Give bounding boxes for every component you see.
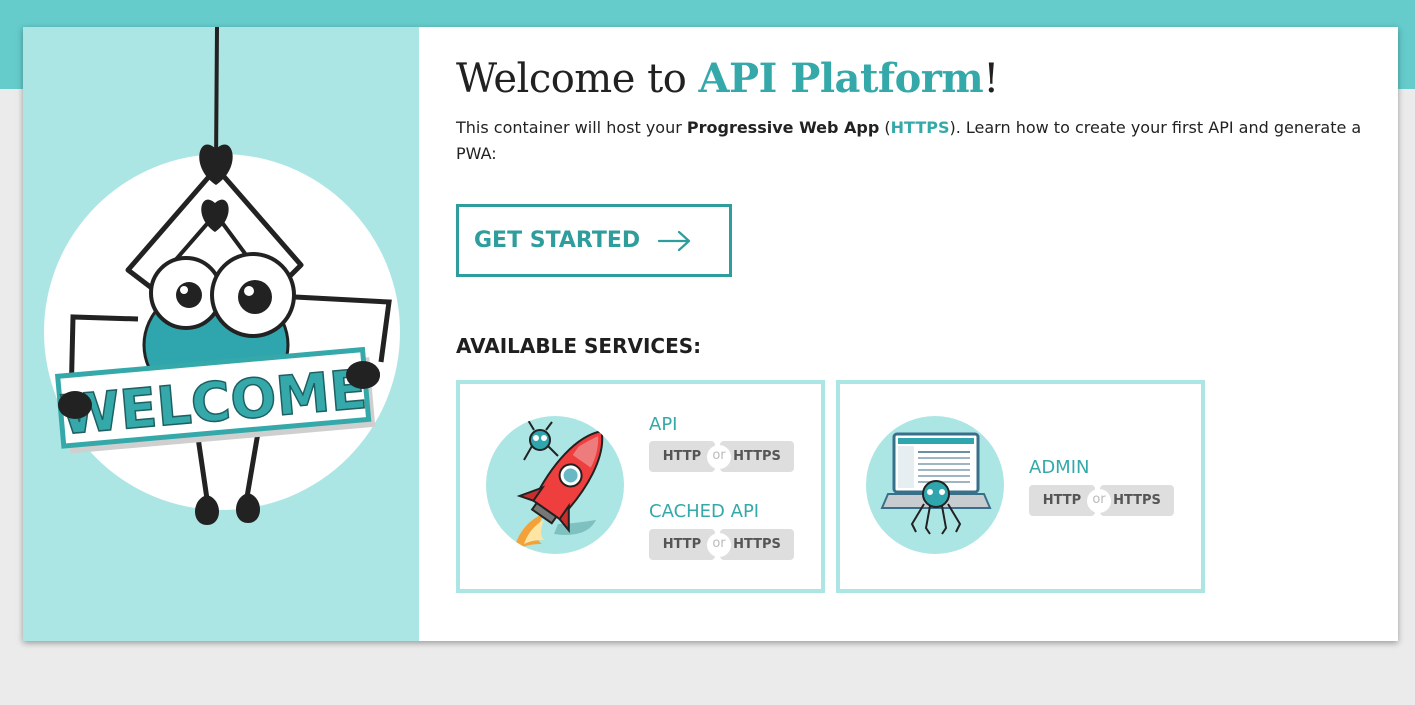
page-title: Welcome to API Platform! [456,55,999,102]
https-link[interactable]: HTTPS [891,118,950,137]
intro-text-part: ( [879,118,891,137]
cached-api-service-name: CACHED API [649,501,760,522]
get-started-button[interactable]: GET STARTED [456,204,732,277]
or-separator: or [707,533,731,557]
api-circle [486,416,624,554]
cached-api-links: HTTP HTTPS or [649,529,794,560]
cached-api-http-link[interactable]: HTTP [649,529,715,560]
or-separator: or [707,445,731,469]
mascot-panel: WELCOME [23,27,419,641]
intro-text-part: This container will host your [456,118,687,137]
admin-circle [866,416,1004,554]
admin-service-card: ADMIN HTTP HTTPS or [836,380,1205,593]
title-brand: API Platform [698,55,984,102]
admin-https-link[interactable]: HTTPS [1100,485,1174,516]
title-prefix: Welcome to [456,56,699,102]
welcome-mascot-illustration: WELCOME [44,27,400,525]
api-http-link[interactable]: HTTP [649,441,715,472]
rocket-icon [514,419,604,552]
or-separator: or [1087,489,1111,513]
laptop-icon [880,432,992,535]
cached-api-https-link[interactable]: HTTPS [720,529,794,560]
intro-text: This container will host your Progressiv… [456,115,1366,167]
api-links: HTTP HTTPS or [649,441,794,472]
api-https-link[interactable]: HTTPS [720,441,794,472]
api-service-card: API HTTP HTTPS or CACHED API HTTP HTTPS … [456,380,825,593]
title-suffix: ! [983,56,999,102]
arrow-right-icon [658,230,691,251]
main-content: Welcome to API Platform! This container … [456,27,1376,641]
api-service-name: API [649,414,678,435]
admin-service-name: ADMIN [1029,457,1090,478]
admin-http-link[interactable]: HTTP [1029,485,1095,516]
admin-links: HTTP HTTPS or [1029,485,1174,516]
pwa-label: Progressive Web App [686,118,880,137]
get-started-label: GET STARTED [474,228,641,253]
welcome-card: WELCOME Welcome to API Platform! This co… [23,27,1398,641]
available-services-heading: AVAILABLE SERVICES: [456,334,702,358]
